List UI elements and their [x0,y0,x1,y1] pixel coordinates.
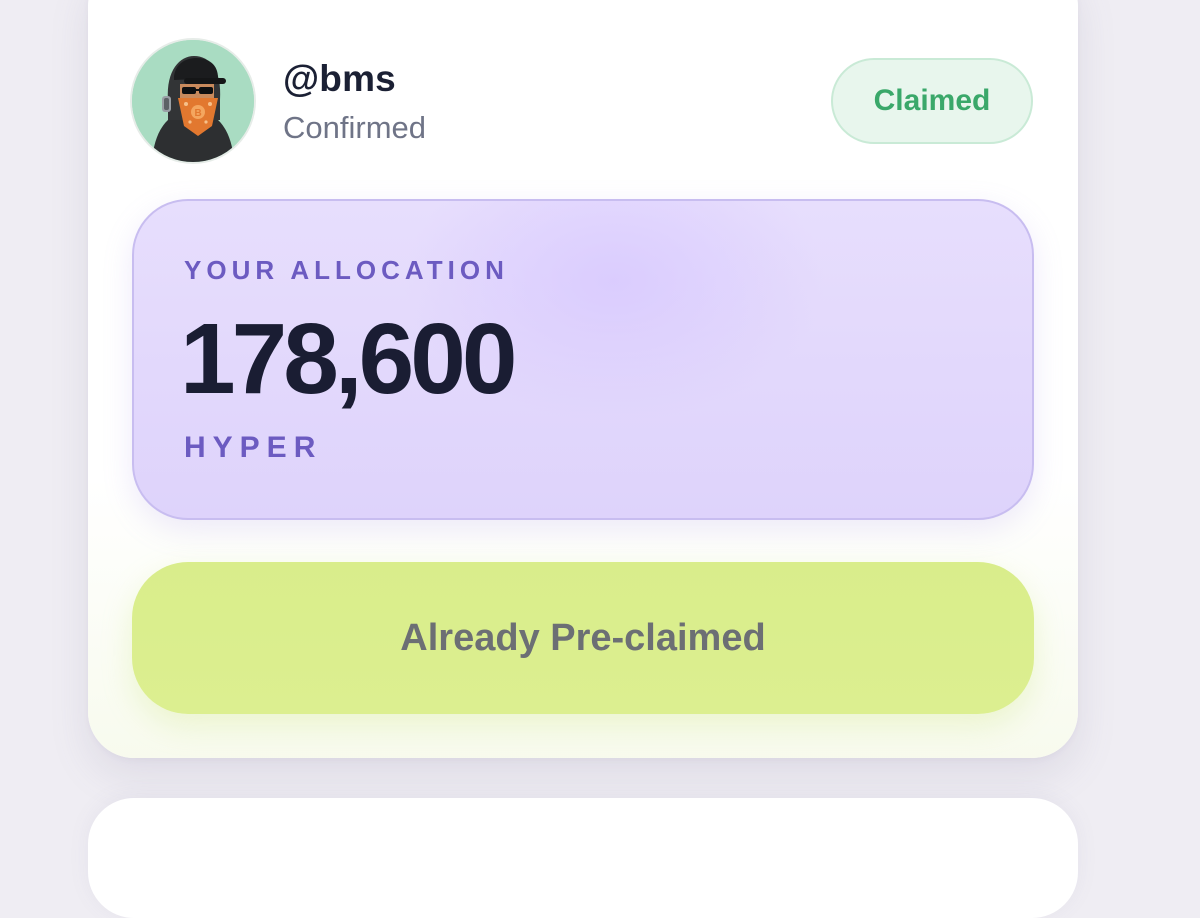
allocation-unit: HYPER [184,431,323,464]
allocation-panel: YOUR ALLOCATION 178,600 HYPER [132,199,1034,520]
already-preclaimed-button[interactable]: Already Pre-claimed [132,562,1034,714]
claimed-status-badge: Claimed [831,58,1033,144]
user-status: Confirmed [283,110,426,145]
next-card [88,798,1078,918]
svg-text:B: B [195,108,202,119]
allocation-label: YOUR ALLOCATION [184,255,509,285]
avatar-hooded-figure-icon: B [132,40,254,162]
allocation-amount: 178,600 [180,303,517,415]
avatar: B [132,40,254,162]
username: @bms [283,58,396,99]
